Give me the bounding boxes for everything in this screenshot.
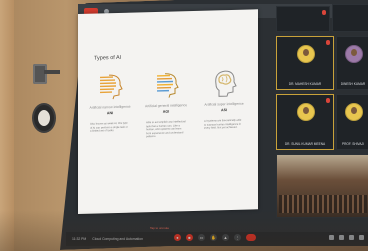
participant-name: DR. SUNIL KUMAR MEENA [284, 142, 326, 146]
avatar [345, 103, 363, 121]
slide-title: Types of AI [94, 54, 122, 62]
participant-tile[interactable]: DR. SUNIL KUMAR MEENA [276, 94, 334, 150]
participant-tile[interactable]: PROF. SHIVAJI [336, 94, 368, 150]
mic-off-icon [326, 40, 330, 45]
avatar [297, 45, 315, 63]
brain-head-icon [211, 68, 237, 99]
participant-tile[interactable] [276, 6, 330, 32]
participant-tile[interactable]: DINESH KUMAR [336, 36, 368, 90]
head-profile-icon [97, 71, 123, 102]
participant-tile[interactable] [332, 4, 368, 32]
ai-type-agi: Artificial general intelligence AGI Able… [144, 69, 188, 139]
ai-type-abbr: ANI [106, 111, 114, 116]
wall-socket [33, 64, 47, 84]
shared-slide: Types of AI Artificial narrow intelligen… [78, 9, 258, 215]
room-shadow [0, 210, 368, 251]
participant-name: PROF. SHIVAJI [341, 142, 365, 146]
ai-type-ani: Artificial narrow intelligence ANI Also … [88, 71, 132, 134]
wall-clock-icon [32, 103, 56, 133]
ai-type-description: Also known as weak AI, this type of AI c… [90, 121, 128, 133]
mic-off-icon [326, 98, 330, 103]
participant-tile[interactable]: DR. MAHESH KUMAR [276, 36, 334, 90]
participant-name: DR. MAHESH KUMAR [288, 82, 322, 86]
ai-type-description: AI systems are theoretically able to sur… [204, 118, 242, 130]
head-profile-icon [153, 69, 179, 100]
ai-type-description: Able to accomplish any intellectual task… [146, 120, 186, 139]
ai-type-name: Artificial super intelligence [204, 101, 244, 107]
socket-plug [44, 70, 60, 74]
avatar [297, 103, 315, 121]
participant-video-tile[interactable] [276, 154, 368, 218]
ai-type-name: Artificial narrow intelligence [89, 104, 131, 110]
ai-type-asi: Artificial super intelligence ASI AI sys… [202, 68, 246, 131]
ai-type-abbr: ASI [221, 108, 227, 113]
ai-type-abbr: AGI [162, 109, 170, 114]
ai-type-name: Artificial general intelligence [144, 103, 188, 109]
participant-name: DINESH KUMAR [340, 82, 366, 86]
avatar [345, 45, 363, 63]
mic-off-icon [322, 10, 326, 15]
